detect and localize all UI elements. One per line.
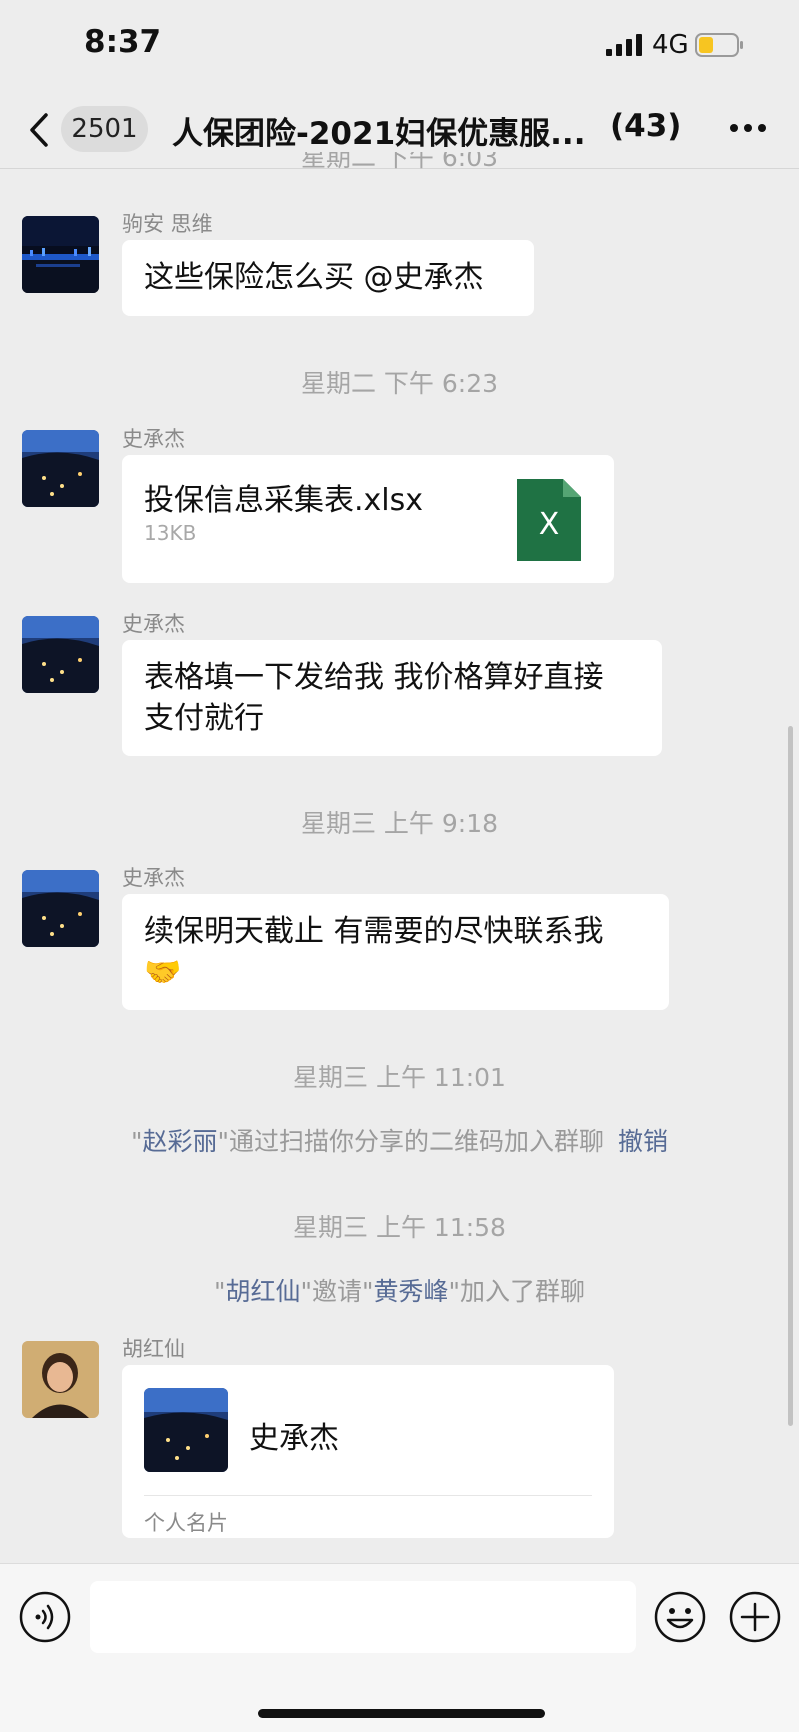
avatar[interactable]: [22, 216, 99, 293]
plus-circle-icon[interactable]: [728, 1590, 782, 1644]
status-time: 8:37: [84, 24, 162, 60]
emoji-face-icon[interactable]: [653, 1590, 707, 1644]
card-type-label: 个人名片: [144, 1511, 228, 1535]
time-separator-partial: 星期二 下午 6:03: [300, 152, 499, 170]
avatar[interactable]: [22, 1341, 99, 1418]
card-contact-name: 史承杰: [249, 1421, 339, 1456]
file-icon-letter: X: [538, 507, 560, 542]
message-text: 表格填一下发给我 我价格算好直接 支付就行: [144, 660, 604, 736]
sender-name: 驹安 思维: [122, 212, 213, 236]
input-bar: [0, 1563, 799, 1732]
message-text: 这些保险怎么买 @史承杰: [144, 260, 484, 295]
avatar[interactable]: [22, 430, 99, 507]
voice-icon[interactable]: [18, 1590, 72, 1644]
time-separator: 星期三 上午 9:18: [300, 809, 499, 838]
time-separator: 星期三 上午 11:58: [293, 1213, 506, 1242]
chat-title: 人保团险-2021妇保优惠服...: [172, 116, 586, 152]
scrollbar[interactable]: [788, 726, 793, 1426]
unread-count-badge[interactable]: 2501: [61, 106, 148, 152]
sender-name: 史承杰: [122, 427, 185, 451]
time-separator: 星期二 下午 6:23: [300, 369, 499, 398]
message-bubble[interactable]: 表格填一下发给我 我价格算好直接 支付就行: [122, 640, 662, 756]
member-name-link[interactable]: 胡红仙: [225, 1277, 300, 1306]
card-divider: [144, 1495, 592, 1496]
system-message-join: "赵彩丽"通过扫描你分享的二维码加入群聊 撤销: [130, 1127, 669, 1156]
contact-card-bubble[interactable]: 史承杰 个人名片: [122, 1365, 614, 1538]
status-bar: 8:37 4G: [0, 0, 799, 92]
sender-name: 史承杰: [122, 866, 185, 890]
network-type: 4G: [652, 30, 689, 60]
message-bubble[interactable]: 续保明天截止 有需要的尽快联系我 🤝: [122, 894, 669, 1010]
message-text: 续保明天截止 有需要的尽快联系我 🤝: [122, 894, 669, 1010]
more-horizontal-icon[interactable]: [728, 118, 768, 138]
sender-name: 史承杰: [122, 612, 185, 636]
avatar[interactable]: [22, 870, 99, 947]
file-message-bubble[interactable]: 投保信息采集表.xlsx 13KB X: [122, 455, 614, 583]
system-message-invite: "胡红仙"邀请"黄秀峰"加入了群聊: [213, 1277, 586, 1306]
handshake-emoji: 🤝: [144, 955, 182, 990]
home-indicator[interactable]: [258, 1709, 545, 1718]
message-input[interactable]: [90, 1581, 636, 1653]
file-name: 投保信息采集表.xlsx: [144, 483, 424, 518]
card-avatar: [144, 1388, 228, 1472]
member-count: (43): [610, 108, 682, 144]
cellular-signal-icon: [606, 34, 642, 56]
file-size: 13KB: [144, 521, 197, 545]
member-name-link[interactable]: 黄秀峰: [374, 1277, 449, 1306]
message-bubble[interactable]: 这些保险怎么买 @史承杰: [122, 240, 534, 316]
sender-name: 胡红仙: [122, 1337, 185, 1361]
member-name-link[interactable]: 赵彩丽: [142, 1127, 217, 1156]
battery-icon: [695, 33, 743, 57]
chevron-left-icon[interactable]: [24, 110, 54, 150]
avatar[interactable]: [22, 616, 99, 693]
revoke-link[interactable]: 撤销: [618, 1127, 668, 1156]
time-separator: 星期三 上午 11:01: [293, 1063, 506, 1092]
